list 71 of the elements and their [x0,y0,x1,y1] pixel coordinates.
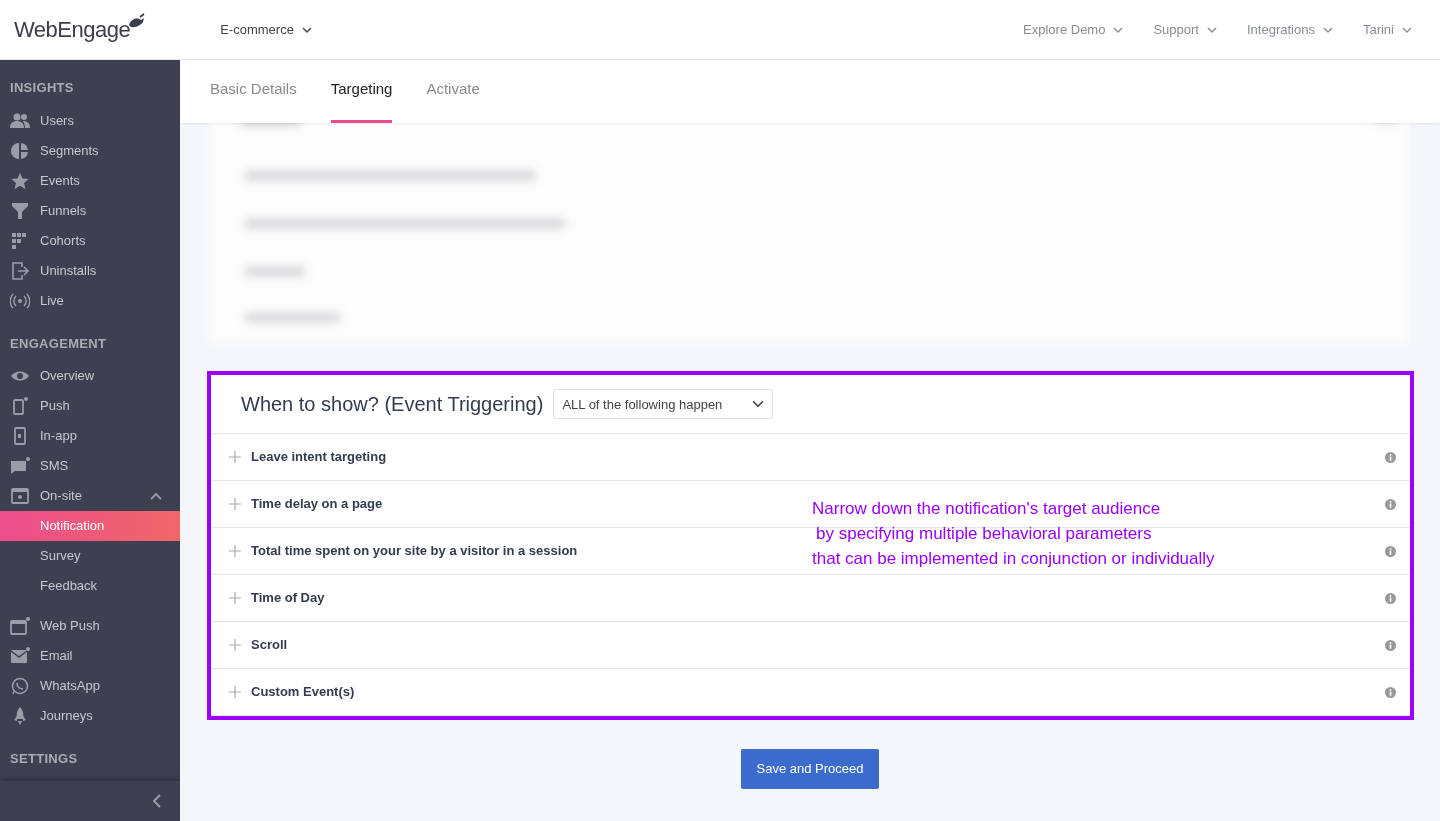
menu-dropdown[interactable]: Integrations [1247,19,1333,40]
info-icon[interactable] [1385,592,1396,604]
sidebar-item[interactable]: WhatsApp [0,671,180,701]
chevron-down-icon [1207,26,1217,33]
chevron-up-icon [150,492,162,500]
info-icon[interactable] [1385,545,1396,557]
chat-icon [10,457,30,475]
tab[interactable]: Activate [426,77,480,123]
plus-icon[interactable] [229,686,241,698]
condition-label[interactable]: Time delay on a page [251,494,383,514]
plus-icon[interactable] [229,451,241,463]
sidebar-item[interactable]: On-site [0,481,180,511]
window-icon [10,487,30,505]
match-select[interactable]: ALL of the following happen [553,389,774,419]
sidebar-item[interactable]: Push [0,391,180,421]
menu-dropdown[interactable]: Tarini [1362,19,1412,40]
plus-icon[interactable] [229,498,241,510]
condition-label[interactable]: Custom Event(s) [251,682,355,702]
panel-title: When to show? (Event Triggering) [241,392,544,416]
plus-icon[interactable] [229,592,241,604]
sidebar-item[interactable]: Notification [0,511,180,541]
plus-icon[interactable] [229,545,241,557]
section-heading: ENGAGEMENT [9,334,108,353]
sidebar-item[interactable]: Overview [0,361,180,391]
sidebar-item[interactable]: Cohorts [0,225,180,256]
logo-text[interactable]: WebEngage [14,13,131,46]
sidebar-item[interactable]: Segments [0,135,180,166]
sidebar-item[interactable]: Uninstalls [0,255,180,286]
pie-chart-icon [10,141,30,160]
annotation-text: Narrow down the notification's target audience by specifying multiple behavioral parameters that can be implemented in conjunction or individually [812,498,1215,570]
info-icon[interactable] [1385,686,1396,698]
collapse-icon[interactable] [152,794,162,808]
sidebar-item[interactable]: Users [0,105,180,136]
condition-label[interactable]: Total time spent on your site by a visitor in a session [251,541,578,561]
funnel-icon [10,201,30,220]
chat-icon [10,677,30,695]
sidebar-item[interactable]: Web Push [0,611,180,641]
envelope-icon [10,647,30,665]
star-icon [10,171,30,190]
info-icon[interactable] [1385,451,1396,463]
chevron-down-icon [301,26,312,33]
sidebar-item[interactable]: SMS [0,451,180,481]
plus-icon[interactable] [229,639,241,651]
sidebar-item[interactable]: Events [0,165,180,196]
sidebar-item[interactable]: Live [0,285,180,316]
sidebar-item[interactable]: Feedback [0,571,180,601]
chevron-down-icon [1113,26,1124,33]
sidebar-item[interactable]: Journeys [0,701,180,731]
sidebar-item[interactable]: In-app [0,421,180,451]
exit-icon [10,261,30,280]
project-dropdown[interactable]: E-commerce [220,19,312,40]
info-icon[interactable] [1385,639,1396,651]
menu-dropdown[interactable]: Explore Demo [1023,19,1124,40]
tab[interactable]: Basic Details [210,77,297,123]
menu-dropdown[interactable]: Support [1153,19,1217,40]
condition-label[interactable]: Time of Day [251,588,325,608]
sidebar-item[interactable]: Survey [0,541,180,571]
condition-label[interactable]: Scroll [251,635,288,655]
chevron-down-icon [1322,26,1333,33]
save-button[interactable]: Save and Proceed [740,749,880,789]
section-heading: INSIGHTS [9,79,75,97]
sidebar-item[interactable]: Email [0,641,180,671]
section-heading: SETTINGS [9,750,79,768]
broadcast-icon [10,291,30,310]
window-icon [10,617,30,635]
phone-icon [10,397,30,415]
people-icon [10,111,30,130]
info-icon[interactable] [1385,498,1396,510]
chevron-down-icon [1402,26,1412,33]
condition-label[interactable]: Leave intent targeting [251,447,387,467]
sidebar-item[interactable]: Funnels [0,195,180,226]
